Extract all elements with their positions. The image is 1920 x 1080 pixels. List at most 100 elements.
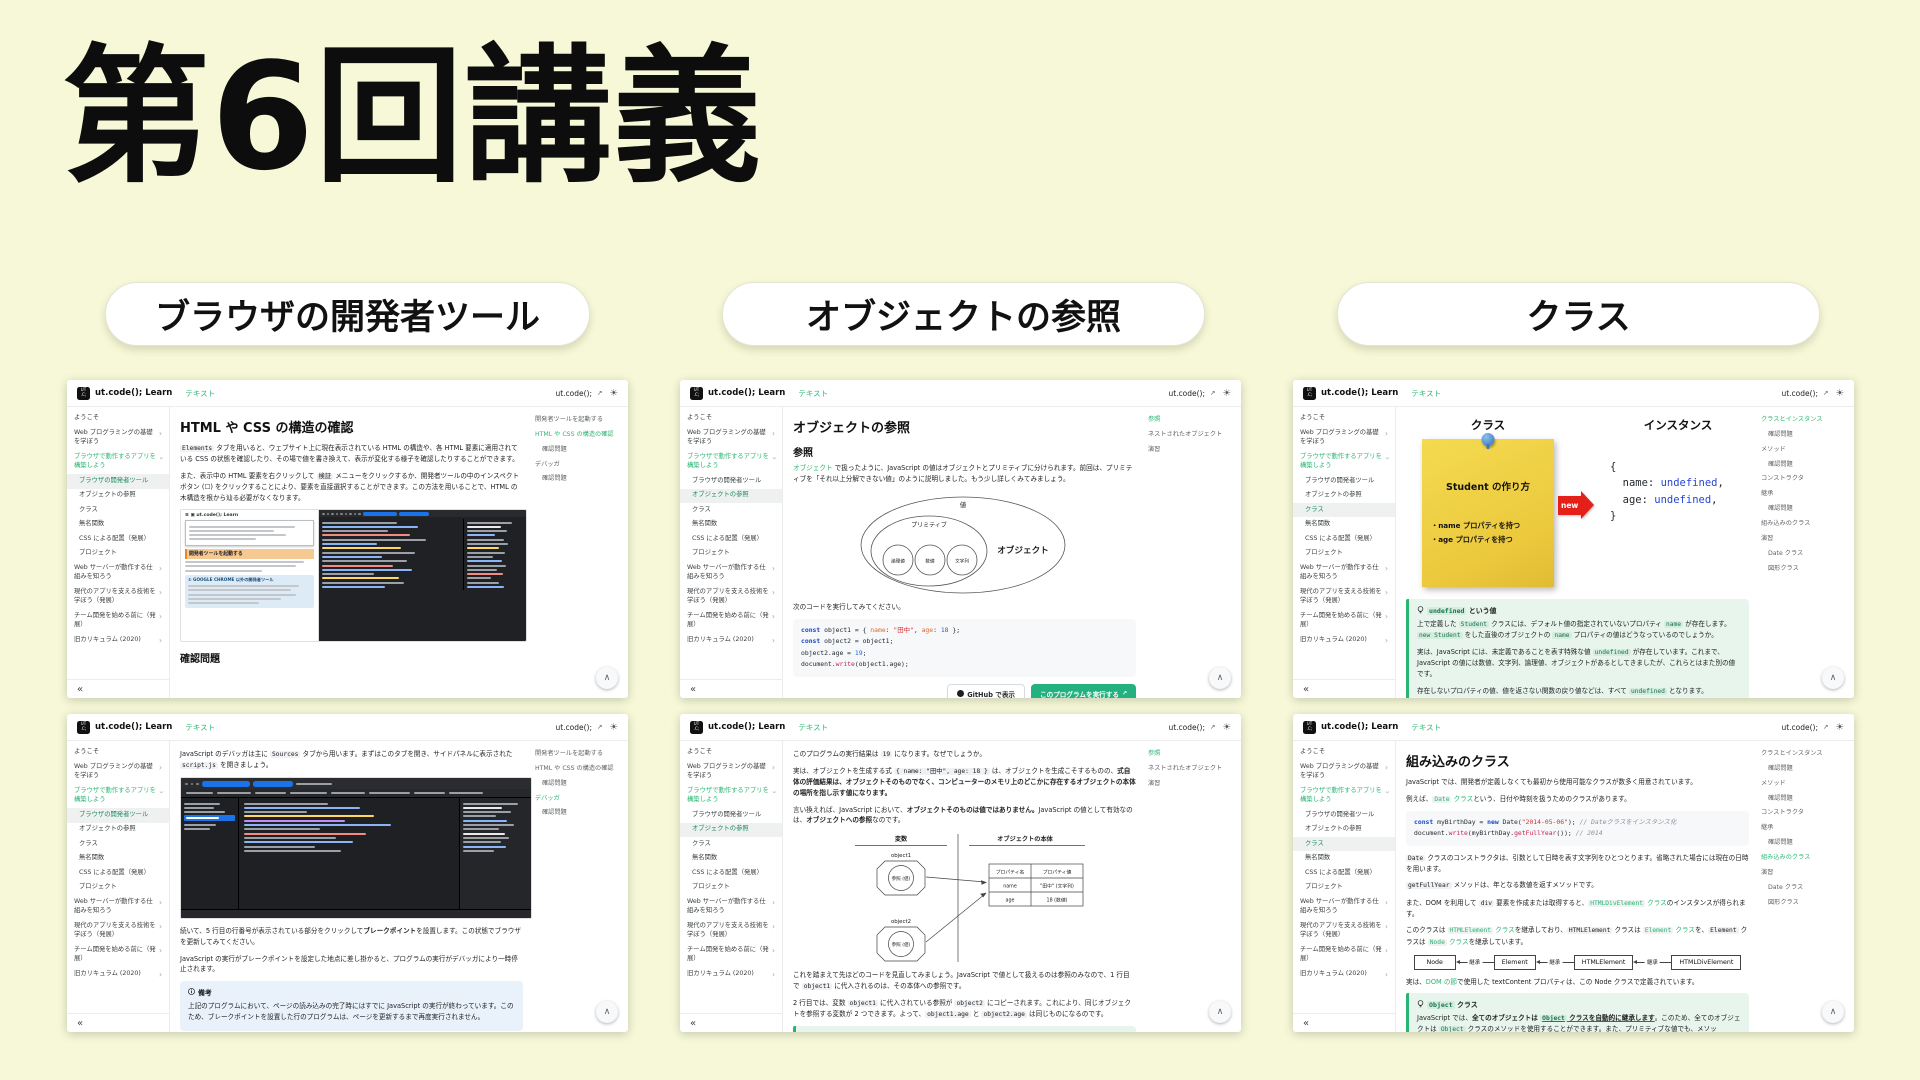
sidebar-item[interactable]: ブラウザの開発者ツール	[1293, 474, 1395, 488]
sidebar-item[interactable]: 旧カリキュラム (2020)›	[1293, 633, 1395, 650]
toc-link[interactable]: 演習	[1761, 869, 1846, 877]
sidebar-item[interactable]: CSS による配置（発展）	[67, 866, 169, 880]
sidebar-collapse-button[interactable]: «	[690, 684, 695, 695]
sidebar-item[interactable]: クラス	[1293, 503, 1395, 517]
sidebar-item[interactable]: プロジェクト	[1293, 880, 1395, 894]
sidebar-item[interactable]: ブラウザの開発者ツール	[680, 474, 782, 488]
sidebar-item[interactable]: 無名関数	[680, 851, 782, 865]
sidebar-item[interactable]: ブラウザで動作するアプリを構築しよう›	[1293, 784, 1395, 808]
sidebar-item[interactable]: プロジェクト	[1293, 546, 1395, 560]
sidebar-item[interactable]: 旧カリキュラム (2020)›	[67, 967, 169, 984]
toc-link[interactable]: 確認問題	[1761, 839, 1846, 847]
toc-link[interactable]: 確認問題	[1761, 461, 1846, 469]
sidebar-item[interactable]: Web サーバーが動作する仕組みを知ろう›	[680, 895, 782, 919]
toc-link[interactable]: ネストされたオブジェクト	[1148, 765, 1233, 773]
toc-link[interactable]: Date クラス	[1761, 550, 1846, 558]
toc-link[interactable]: メソッド	[1761, 446, 1846, 454]
toc-link[interactable]: デバッガ	[535, 461, 620, 469]
sidebar-item[interactable]: Web サーバーが動作する仕組みを知ろう›	[1293, 895, 1395, 919]
sidebar-item[interactable]: ブラウザで動作するアプリを構築しよう›	[1293, 450, 1395, 474]
sidebar-item[interactable]: オブジェクトの参照	[1293, 489, 1395, 503]
toc-link[interactable]: 演習	[1761, 535, 1846, 543]
sidebar-item[interactable]: ブラウザの開発者ツール	[1293, 808, 1395, 822]
theme-toggle-icon[interactable]: ☀	[1222, 722, 1231, 733]
sidebar-item[interactable]: ようこそ	[1293, 745, 1395, 760]
sidebar-item[interactable]: ブラウザで動作するアプリを構築しよう›	[680, 450, 782, 474]
sidebar-item[interactable]: 無名関数	[680, 517, 782, 531]
sidebar-item[interactable]: クラス	[1293, 837, 1395, 851]
sidebar-item[interactable]: 現代のアプリを支える技術を学ぼう（発展）›	[1293, 919, 1395, 943]
sidebar-item[interactable]: 旧カリキュラム (2020)›	[680, 967, 782, 984]
sidebar-item[interactable]: Web サーバーが動作する仕組みを知ろう›	[67, 561, 169, 585]
scroll-to-top-button[interactable]: ∧	[1209, 667, 1231, 689]
sidebar-item[interactable]: チーム開発を始める前に（発展）›	[680, 943, 782, 967]
toc-link[interactable]: ネストされたオブジェクト	[1148, 431, 1233, 439]
toc-link[interactable]: 演習	[1148, 780, 1233, 788]
site-external-link[interactable]: ut.code();	[1168, 389, 1205, 398]
toc-link[interactable]: 確認問題	[1761, 765, 1846, 773]
sidebar-item[interactable]: CSS による配置（発展）	[1293, 866, 1395, 880]
sidebar-item[interactable]: 現代のアプリを支える技術を学ぼう（発展）›	[680, 919, 782, 943]
sidebar-item[interactable]: オブジェクトの参照	[680, 823, 782, 837]
scroll-to-top-button[interactable]: ∧	[1209, 1001, 1231, 1023]
sidebar-item[interactable]: ブラウザで動作するアプリを構築しよう›	[67, 450, 169, 474]
site-nav-text-link[interactable]: テキスト	[185, 388, 215, 399]
theme-toggle-icon[interactable]: ☀	[1222, 388, 1231, 399]
sidebar-item[interactable]: 現代のアプリを支える技術を学ぼう（発展）›	[67, 585, 169, 609]
sidebar-item[interactable]: 旧カリキュラム (2020)›	[680, 633, 782, 650]
sidebar-item[interactable]: プロジェクト	[67, 880, 169, 894]
scroll-to-top-button[interactable]: ∧	[596, 1001, 618, 1023]
toc-link[interactable]: 確認問題	[535, 780, 620, 788]
theme-toggle-icon[interactable]: ☀	[1835, 388, 1844, 399]
theme-toggle-icon[interactable]: ☀	[1835, 722, 1844, 733]
sidebar-item[interactable]: チーム開発を始める前に（発展）›	[680, 609, 782, 633]
toc-link[interactable]: 継承	[1761, 824, 1846, 832]
sidebar-item[interactable]: Web プログラミングの基礎を学ぼう›	[67, 426, 169, 450]
sidebar-item[interactable]: Web プログラミングの基礎を学ぼう›	[1293, 426, 1395, 450]
site-nav-text-link[interactable]: テキスト	[1411, 388, 1441, 399]
scroll-to-top-button[interactable]: ∧	[596, 667, 618, 689]
sidebar-item[interactable]: Web プログラミングの基礎を学ぼう›	[680, 426, 782, 450]
site-nav-text-link[interactable]: テキスト	[798, 388, 828, 399]
toc-link[interactable]: コンストラクタ	[1761, 475, 1846, 483]
sidebar-item[interactable]: 無名関数	[1293, 517, 1395, 531]
sidebar-item[interactable]: ブラウザの開発者ツール	[67, 808, 169, 822]
github-view-button[interactable]: GitHub で表示	[947, 684, 1025, 698]
sidebar-item[interactable]: ようこそ	[67, 745, 169, 760]
sidebar-item[interactable]: ブラウザで動作するアプリを構築しよう›	[680, 784, 782, 808]
site-external-link[interactable]: ut.code();	[555, 723, 592, 732]
sidebar-item[interactable]: チーム開発を始める前に（発展）›	[67, 943, 169, 967]
sidebar-collapse-button[interactable]: «	[77, 684, 82, 695]
toc-link[interactable]: 演習	[1148, 446, 1233, 454]
sidebar-item[interactable]: Web プログラミングの基礎を学ぼう›	[1293, 760, 1395, 784]
sidebar-item[interactable]: チーム開発を始める前に（発展）›	[1293, 943, 1395, 967]
toc-link[interactable]: 確認問題	[535, 809, 620, 817]
site-nav-text-link[interactable]: テキスト	[798, 722, 828, 733]
toc-link[interactable]: Date クラス	[1761, 884, 1846, 892]
sidebar-item[interactable]: プロジェクト	[680, 546, 782, 560]
sidebar-item[interactable]: 現代のアプリを支える技術を学ぼう（発展）›	[67, 919, 169, 943]
sidebar-item[interactable]: 現代のアプリを支える技術を学ぼう（発展）›	[680, 585, 782, 609]
sidebar-item[interactable]: オブジェクトの参照	[1293, 823, 1395, 837]
site-external-link[interactable]: ut.code();	[1781, 723, 1818, 732]
sidebar-item[interactable]: プロジェクト	[67, 546, 169, 560]
sidebar-item[interactable]: 旧カリキュラム (2020)›	[67, 633, 169, 650]
toc-link[interactable]: 図形クラス	[1761, 899, 1846, 907]
sidebar-item[interactable]: CSS による配置（発展）	[680, 532, 782, 546]
toc-link[interactable]: クラスとインスタンス	[1761, 750, 1846, 758]
toc-link[interactable]: 参照	[1148, 416, 1233, 424]
toc-link[interactable]: 図形クラス	[1761, 565, 1846, 573]
site-external-link[interactable]: ut.code();	[1781, 389, 1818, 398]
toc-link[interactable]: 組み込みのクラス	[1761, 520, 1846, 528]
sidebar-item[interactable]: ブラウザで動作するアプリを構築しよう›	[67, 784, 169, 808]
site-external-link[interactable]: ut.code();	[555, 389, 592, 398]
sidebar-item[interactable]: Web プログラミングの基礎を学ぼう›	[67, 760, 169, 784]
toc-link[interactable]: コンストラクタ	[1761, 809, 1846, 817]
toc-link[interactable]: メソッド	[1761, 780, 1846, 788]
scroll-to-top-button[interactable]: ∧	[1822, 667, 1844, 689]
toc-link[interactable]: 確認問題	[1761, 505, 1846, 513]
sidebar-item[interactable]: オブジェクトの参照	[680, 489, 782, 503]
sidebar-collapse-button[interactable]: «	[690, 1018, 695, 1029]
scroll-to-top-button[interactable]: ∧	[1822, 1001, 1844, 1023]
sidebar-item[interactable]: クラス	[67, 837, 169, 851]
